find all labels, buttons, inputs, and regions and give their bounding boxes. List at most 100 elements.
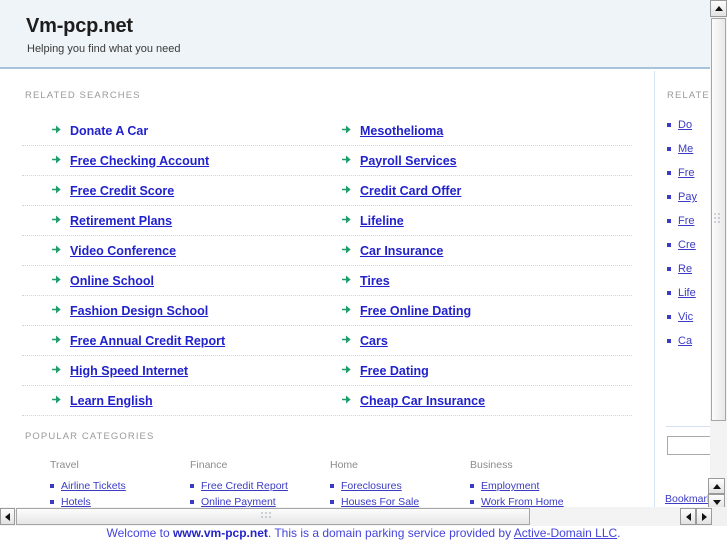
sidebar-link[interactable]: Ca <box>678 335 692 347</box>
related-search-link[interactable]: Free Annual Credit Report <box>70 334 225 348</box>
sidebar-link[interactable]: Me <box>678 143 693 155</box>
related-search-cell-right: Lifeline <box>312 206 602 235</box>
category-link[interactable]: Online Payment <box>201 496 276 507</box>
related-search-link[interactable]: Free Online Dating <box>360 304 471 318</box>
category-link[interactable]: Airline Tickets <box>61 480 126 492</box>
related-searches-heading: RELATED SEARCHES <box>25 90 141 101</box>
related-search-link[interactable]: Free Credit Score <box>70 184 174 198</box>
related-search-cell-left: Free Credit Score <box>22 176 312 205</box>
scroll-left-button[interactable] <box>0 508 15 525</box>
related-search-link[interactable]: Free Dating <box>360 364 429 378</box>
category-item: Airline Tickets <box>50 478 190 494</box>
related-search-link[interactable]: Fashion Design School <box>70 304 208 318</box>
related-search-cell-right: Cheap Car Insurance <box>312 386 602 415</box>
green-arrow-bullet <box>342 245 351 254</box>
sidebar-link-item: Ca <box>667 329 710 353</box>
related-search-link[interactable]: Video Conference <box>70 244 176 258</box>
green-arrow-bullet <box>342 125 351 134</box>
scroll-up-button[interactable] <box>710 0 727 17</box>
related-search-row: High Speed Internet Free Dating <box>22 356 632 386</box>
related-search-cell-left: Online School <box>22 266 312 295</box>
horizontal-scrollbar-grip-icon <box>261 512 271 518</box>
triangle-down-icon <box>712 499 721 505</box>
footer-provider-link[interactable]: Active-Domain LLC <box>514 526 617 540</box>
green-arrow-bullet <box>342 275 351 284</box>
square-dot-bullet <box>667 339 671 343</box>
site-tagline: Helping you find what you need <box>27 43 181 55</box>
related-search-cell-right: Mesothelioma <box>312 116 602 145</box>
related-search-row: Free Checking Account Payroll Services <box>22 146 632 176</box>
sidebar-link[interactable]: Vic <box>678 311 693 323</box>
related-search-cell-right: Cars <box>312 326 602 355</box>
sidebar-links-list: Do Me Fre Pay Fre Cre Re Life Vic Ca <box>667 113 710 353</box>
bookmark-link[interactable]: Bookmark <box>665 493 710 505</box>
green-arrow-bullet <box>342 365 351 374</box>
category-column: Home Foreclosures Houses For Sale <box>330 459 470 507</box>
sidebar-link[interactable]: Life <box>678 287 696 299</box>
related-search-link[interactable]: Free Checking Account <box>70 154 209 168</box>
related-search-link[interactable]: Car Insurance <box>360 244 443 258</box>
sidebar-link[interactable]: Pay <box>678 191 697 203</box>
footer-prefix: Welcome to <box>106 526 173 540</box>
related-search-link[interactable]: Mesothelioma <box>360 124 443 138</box>
related-search-link[interactable]: High Speed Internet <box>70 364 188 378</box>
green-arrow-bullet <box>52 275 61 284</box>
category-link[interactable]: Employment <box>481 480 539 492</box>
square-dot-bullet <box>667 291 671 295</box>
related-search-cell-right: Free Online Dating <box>312 296 602 325</box>
related-search-cell-left: High Speed Internet <box>22 356 312 385</box>
sidebar-link-item: Fre <box>667 209 710 233</box>
category-link[interactable]: Work From Home <box>481 496 564 507</box>
related-search-link[interactable]: Tires <box>360 274 390 288</box>
site-title: Vm-pcp.net <box>26 15 133 37</box>
sidebar-link[interactable]: Fre <box>678 215 695 227</box>
sidebar-link[interactable]: Do <box>678 119 692 131</box>
scroll-up-button-lower[interactable] <box>708 478 725 494</box>
footer-middle: . This is a domain parking service provi… <box>267 526 514 540</box>
sidebar-link[interactable]: Re <box>678 263 692 275</box>
square-dot-bullet <box>667 147 671 151</box>
sidebar-search-input[interactable] <box>667 436 710 455</box>
square-dot-bullet <box>330 484 334 488</box>
sidebar-link[interactable]: Fre <box>678 167 695 179</box>
square-dot-bullet <box>470 500 474 504</box>
related-search-link[interactable]: Learn English <box>70 394 153 408</box>
related-search-row: Free Credit Score Credit Card Offer <box>22 176 632 206</box>
sidebar-link-item: Cre <box>667 233 710 257</box>
related-search-cell-right: Credit Card Offer <box>312 176 602 205</box>
green-arrow-bullet <box>52 365 61 374</box>
related-search-link[interactable]: Donate A Car <box>70 124 148 138</box>
popular-categories-grid: Travel Airline Tickets Hotels Finance Free C… <box>50 459 610 507</box>
related-search-link[interactable]: Retirement Plans <box>70 214 172 228</box>
scroll-left-button-right-pair[interactable] <box>680 508 696 525</box>
related-search-link[interactable]: Payroll Services <box>360 154 457 168</box>
related-search-link[interactable]: Cars <box>360 334 388 348</box>
related-search-link[interactable]: Cheap Car Insurance <box>360 394 485 408</box>
scroll-right-button[interactable] <box>696 508 712 525</box>
sidebar-link[interactable]: Cre <box>678 239 696 251</box>
sidebar-link-item: Pay <box>667 185 710 209</box>
related-search-row: Free Annual Credit Report Cars <box>22 326 632 356</box>
related-search-cell-right: Tires <box>312 266 602 295</box>
category-link[interactable]: Free Credit Report <box>201 480 288 492</box>
green-arrow-bullet <box>52 215 61 224</box>
related-search-link[interactable]: Online School <box>70 274 154 288</box>
vertical-scrollbar-grip-icon <box>714 213 720 223</box>
related-search-cell-left: Free Annual Credit Report <box>22 326 312 355</box>
sidebar-divider <box>666 426 710 427</box>
related-search-link[interactable]: Credit Card Offer <box>360 184 461 198</box>
related-search-cell-left: Donate A Car <box>22 116 312 145</box>
category-link[interactable]: Hotels <box>61 496 91 507</box>
sidebar-link-item: Me <box>667 137 710 161</box>
category-link[interactable]: Houses For Sale <box>341 496 419 507</box>
category-item: Employment <box>470 478 610 494</box>
main-column: RELATED SEARCHES Donate A Car Mesotheliom… <box>0 71 655 507</box>
square-dot-bullet <box>667 171 671 175</box>
scrollbar-corner <box>712 508 727 526</box>
green-arrow-bullet <box>342 185 351 194</box>
green-arrow-bullet <box>52 155 61 164</box>
category-heading: Business <box>470 459 513 471</box>
related-search-link[interactable]: Lifeline <box>360 214 404 228</box>
category-link[interactable]: Foreclosures <box>341 480 402 492</box>
green-arrow-bullet <box>52 335 61 344</box>
